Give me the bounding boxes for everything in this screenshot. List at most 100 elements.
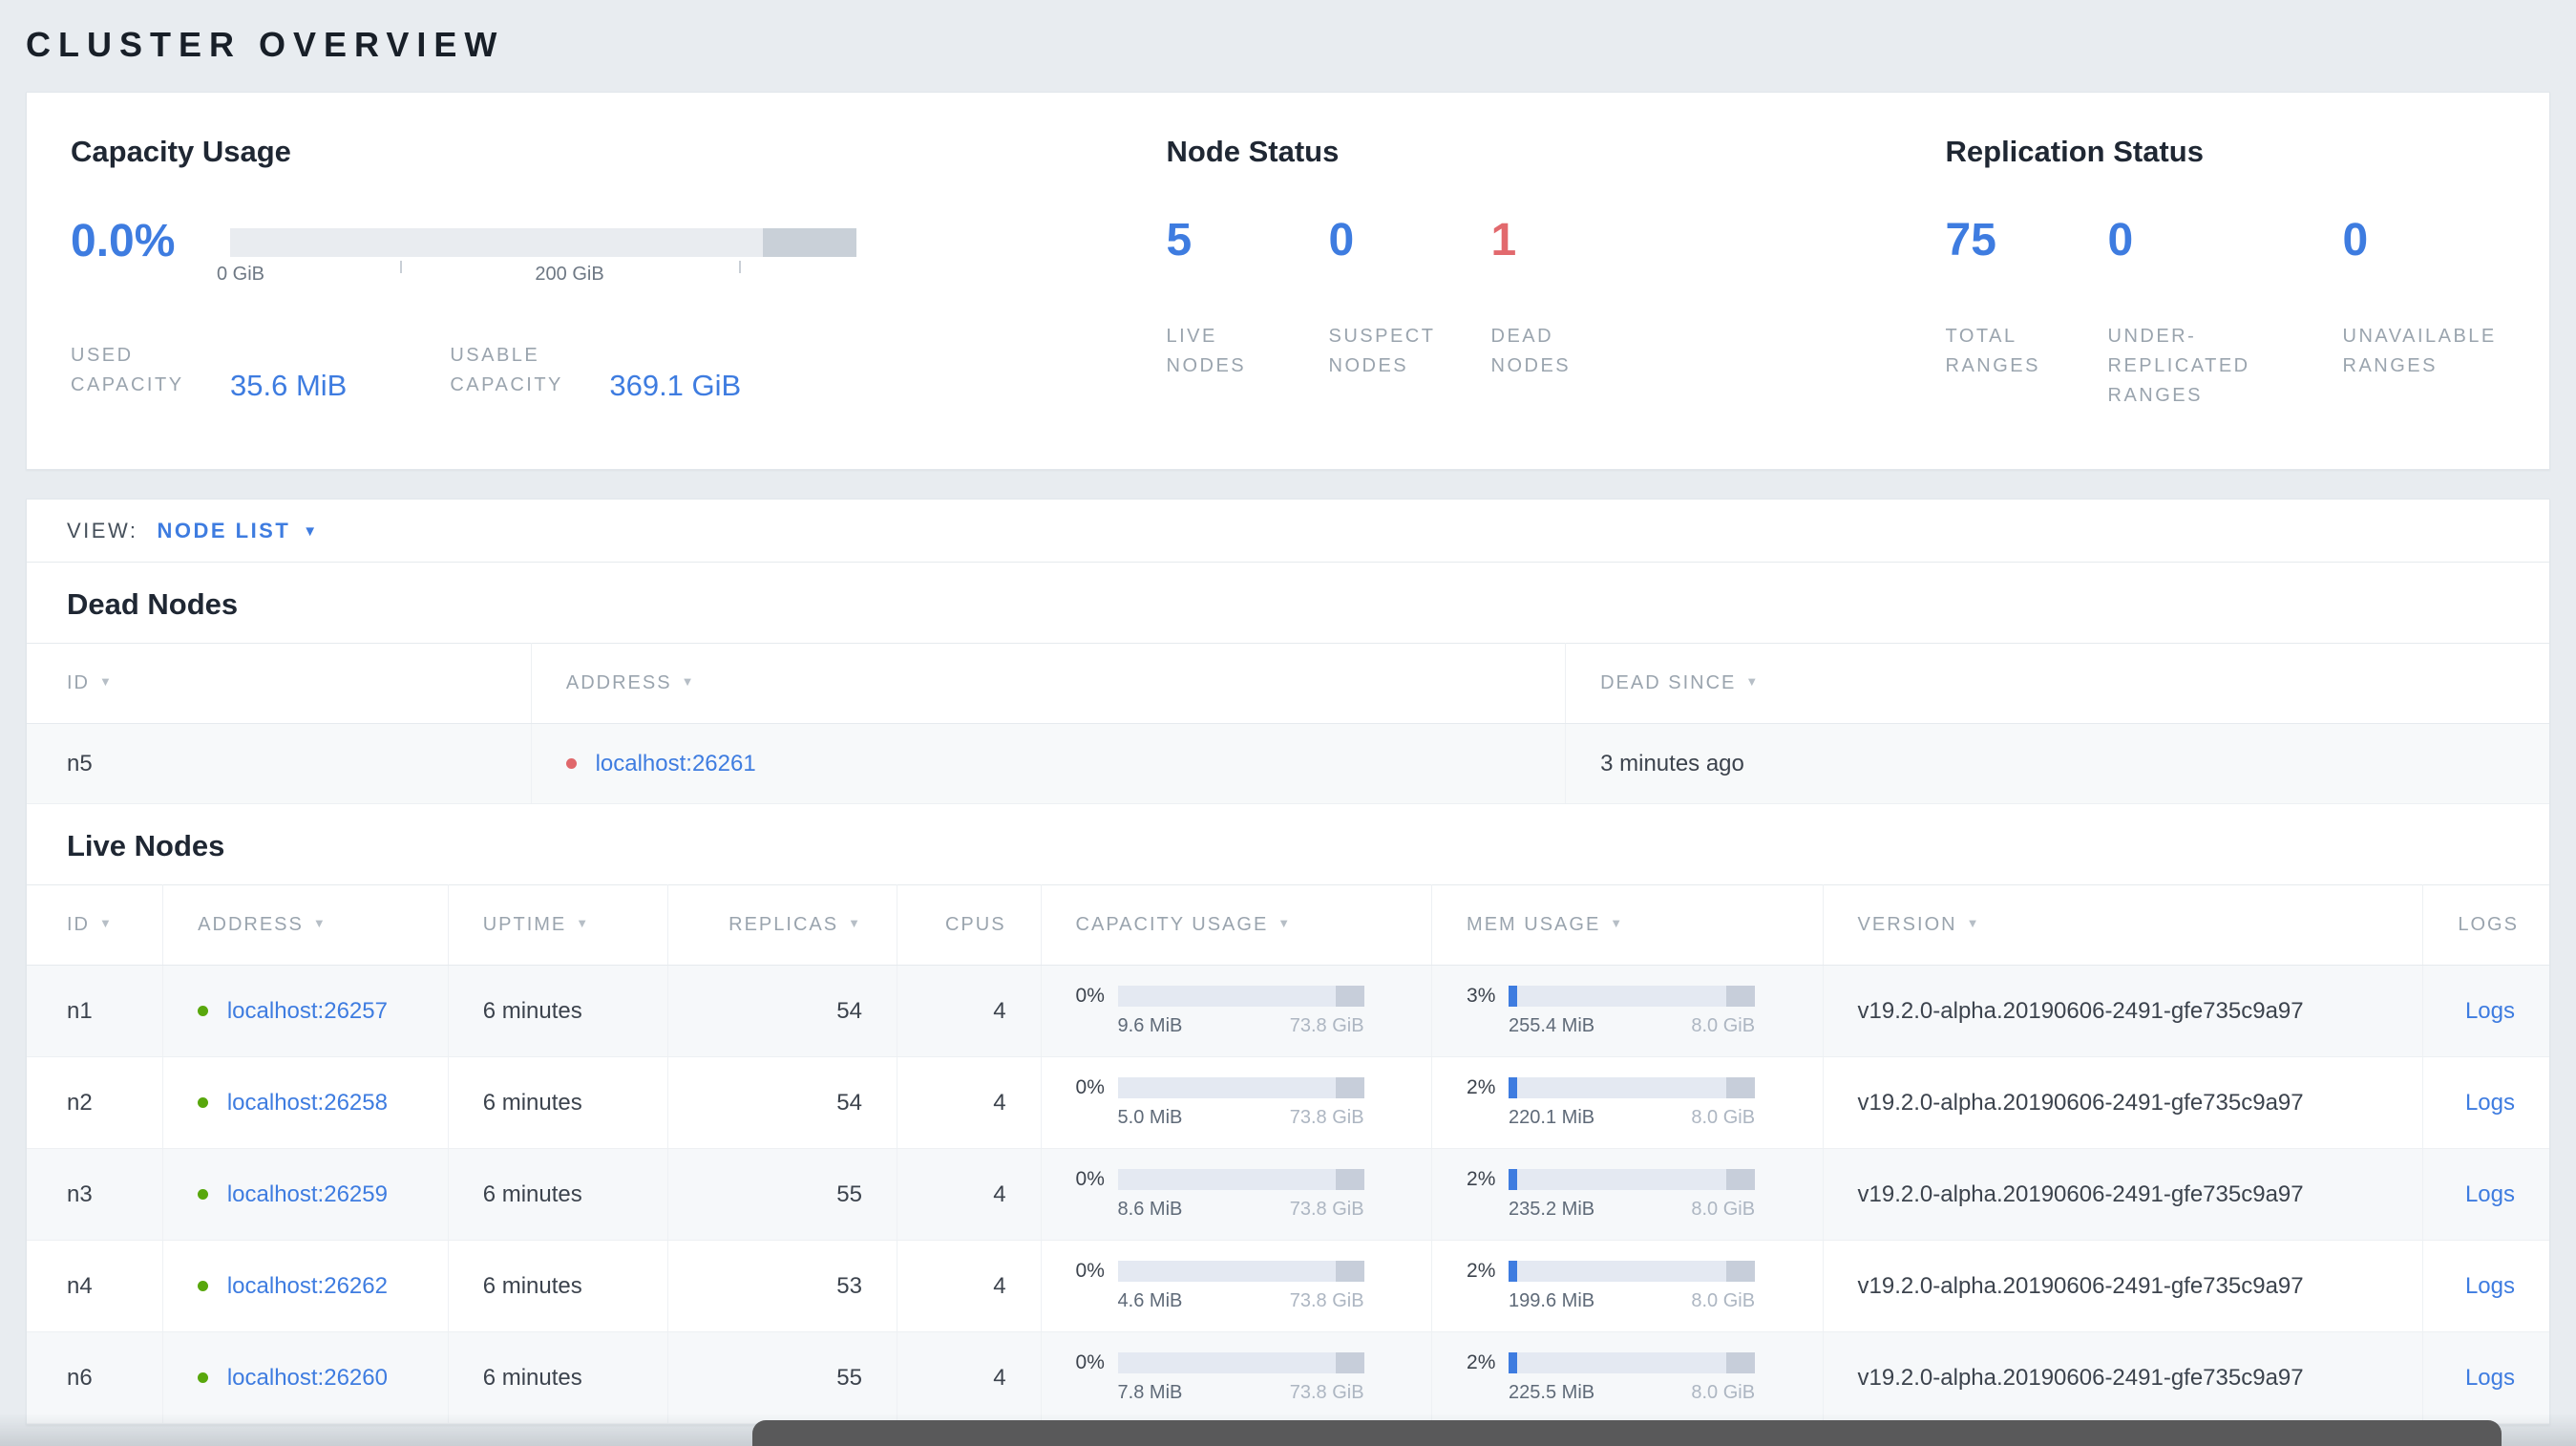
node-id: n4	[27, 1240, 164, 1332]
node-live-status-icon	[198, 1372, 209, 1383]
under-replicated-ranges-label: UNDER-REPLICATED RANGES	[2107, 326, 2250, 406]
capacity-percent: 0.0%	[71, 216, 176, 266]
node-mem-usage: 2% 235.2 MiB 8.0 GiB	[1431, 1148, 1824, 1241]
view-label: VIEW:	[67, 518, 138, 542]
node-address-cell: localhost:26258	[162, 1056, 449, 1149]
view-selector[interactable]: NODE LIST ▼	[157, 519, 319, 543]
total-ranges-count: 75	[1945, 215, 1996, 266]
node-capacity-usage: 0% 9.6 MiB 73.8 GiB	[1041, 965, 1433, 1057]
dead-nodes-metric: 1 DEAD NODES	[1491, 217, 1600, 381]
node-id: n3	[27, 1148, 164, 1241]
col-id[interactable]: ID ▼	[27, 884, 164, 966]
node-version: v19.2.0-alpha.20190606-2491-gfe735c9a97	[1823, 1148, 2424, 1241]
node-version: v19.2.0-alpha.20190606-2491-gfe735c9a97	[1823, 965, 2424, 1057]
table-row: n6 localhost:26260 6 minutes 55 4 0% 7.8…	[27, 1331, 2549, 1424]
sort-icon: ▼	[99, 674, 114, 689]
dock-hint	[752, 1420, 2502, 1446]
unavailable-ranges-count: 0	[2342, 215, 2369, 266]
node-logs-cell: Logs	[2422, 1331, 2549, 1424]
logs-link[interactable]: Logs	[2465, 1273, 2515, 1299]
node-version: v19.2.0-alpha.20190606-2491-gfe735c9a97	[1823, 1331, 2424, 1424]
live-nodes-count: 5	[1166, 215, 1193, 266]
node-id: n6	[27, 1331, 164, 1424]
node-logs-cell: Logs	[2422, 1240, 2549, 1332]
node-replicas: 54	[667, 965, 897, 1057]
node-cpus: 4	[897, 1240, 1042, 1332]
under-replicated-ranges-count: 0	[2107, 215, 2134, 266]
node-address-link[interactable]: localhost:26258	[227, 1090, 388, 1116]
logs-link[interactable]: Logs	[2465, 1090, 2515, 1116]
node-address-cell: localhost:26262	[162, 1240, 449, 1332]
live-nodes-table: ID ▼ ADDRESS ▼ UPTIME ▼ REPLICAS ▼ CPUS CAPA…	[27, 884, 2549, 1424]
col-version[interactable]: VERSION ▼	[1823, 884, 2424, 966]
usable-capacity-value: 369.1 GiB	[609, 369, 742, 402]
sort-icon: ▼	[1610, 916, 1625, 930]
table-row: n5 localhost:26261 3 minutes ago	[27, 723, 2549, 804]
node-id: n5	[27, 723, 532, 804]
node-capacity-usage: 0% 7.8 MiB 73.8 GiB	[1041, 1331, 1433, 1424]
dead-nodes-table: ID ▼ ADDRESS ▼ DEAD SINCE ▼ n5 localhost:26…	[27, 643, 2549, 804]
node-dead-status-icon	[565, 757, 577, 769]
sort-icon: ▼	[1277, 916, 1293, 930]
node-address-link[interactable]: localhost:26259	[227, 1181, 388, 1207]
node-cpus: 4	[897, 1331, 1042, 1424]
node-id: n1	[27, 965, 164, 1057]
node-logs-cell: Logs	[2422, 1056, 2549, 1149]
node-list-panel: VIEW: NODE LIST ▼ Dead Nodes ID ▼ ADDRESS…	[26, 499, 2550, 1425]
node-replicas: 53	[667, 1240, 897, 1332]
usable-capacity-stat: USABLE CAPACITY 369.1 GiB	[450, 341, 742, 402]
node-uptime: 6 minutes	[448, 1056, 668, 1149]
node-status-section: Node Status 5 LIVE NODES 0 SUSPECT NODES…	[1167, 135, 1946, 427]
cluster-overview-page: CLUSTER OVERVIEW Capacity Usage 0.0% 0 G…	[0, 0, 2576, 1425]
dead-col-dead-since[interactable]: DEAD SINCE ▼	[1565, 643, 2549, 724]
logs-link[interactable]: Logs	[2465, 1181, 2515, 1207]
node-address-cell: localhost:26260	[162, 1331, 449, 1424]
node-address-cell: localhost:26259	[162, 1148, 449, 1241]
chevron-down-icon: ▼	[303, 523, 320, 540]
replication-status-title: Replication Status	[1945, 135, 2204, 168]
col-mem-usage[interactable]: MEM USAGE ▼	[1431, 884, 1824, 966]
dead-col-address[interactable]: ADDRESS ▼	[531, 643, 1567, 724]
table-row: n2 localhost:26258 6 minutes 54 4 0% 5.0…	[27, 1056, 2549, 1149]
memory-bar	[1509, 1352, 1756, 1373]
dead-nodes-label: DEAD NODES	[1490, 326, 1572, 376]
sort-icon: ▼	[681, 674, 696, 689]
node-uptime: 6 minutes	[448, 1331, 668, 1424]
sort-icon: ▼	[1966, 916, 1981, 930]
col-address[interactable]: ADDRESS ▼	[162, 884, 449, 966]
dead-col-id[interactable]: ID ▼	[27, 643, 532, 724]
node-uptime: 6 minutes	[448, 1240, 668, 1332]
capacity-usage-title: Capacity Usage	[71, 135, 291, 168]
table-row: n4 localhost:26262 6 minutes 53 4 0% 4.6…	[27, 1240, 2549, 1332]
node-address-link[interactable]: localhost:26261	[596, 751, 756, 776]
capacity-bar	[1117, 1352, 1364, 1373]
view-selected-value: NODE LIST	[157, 518, 291, 542]
node-address-link[interactable]: localhost:26260	[227, 1365, 388, 1391]
capacity-usage-section: Capacity Usage 0.0% 0 GiB 200 GiB USED C…	[71, 135, 1167, 427]
node-replicas: 55	[667, 1148, 897, 1241]
capacity-bar-axis: 0 GiB 200 GiB	[217, 257, 856, 289]
logs-link[interactable]: Logs	[2465, 998, 2515, 1024]
sort-icon: ▼	[1745, 674, 1761, 689]
node-address-cell: localhost:26257	[162, 965, 449, 1057]
node-address-link[interactable]: localhost:26262	[227, 1273, 388, 1299]
col-uptime[interactable]: UPTIME ▼	[448, 884, 668, 966]
logs-link[interactable]: Logs	[2465, 1365, 2515, 1391]
node-dead-since: 3 minutes ago	[1565, 723, 2549, 804]
node-address-link[interactable]: localhost:26257	[227, 998, 388, 1024]
used-capacity-label: USED CAPACITY	[71, 345, 184, 395]
suspect-nodes-label: SUSPECT NODES	[1328, 326, 1436, 376]
used-capacity-stat: USED CAPACITY 35.6 MiB	[71, 341, 347, 402]
node-uptime: 6 minutes	[448, 965, 668, 1057]
suspect-nodes-metric: 0 SUSPECT NODES	[1329, 217, 1438, 381]
under-replicated-ranges-metric: 0 UNDER-REPLICATED RANGES	[2108, 217, 2290, 411]
col-capacity-usage[interactable]: CAPACITY USAGE ▼	[1041, 884, 1433, 966]
col-replicas[interactable]: REPLICAS ▼	[667, 884, 897, 966]
node-mem-usage: 2% 220.1 MiB 8.0 GiB	[1431, 1056, 1824, 1149]
node-cpus: 4	[897, 965, 1042, 1057]
suspect-nodes-count: 0	[1328, 215, 1355, 266]
view-bar: VIEW: NODE LIST ▼	[27, 500, 2549, 563]
node-cpus: 4	[897, 1148, 1042, 1241]
replication-status-section: Replication Status 75 TOTAL RANGES 0 UND…	[1946, 135, 2550, 427]
memory-bar	[1509, 986, 1756, 1007]
